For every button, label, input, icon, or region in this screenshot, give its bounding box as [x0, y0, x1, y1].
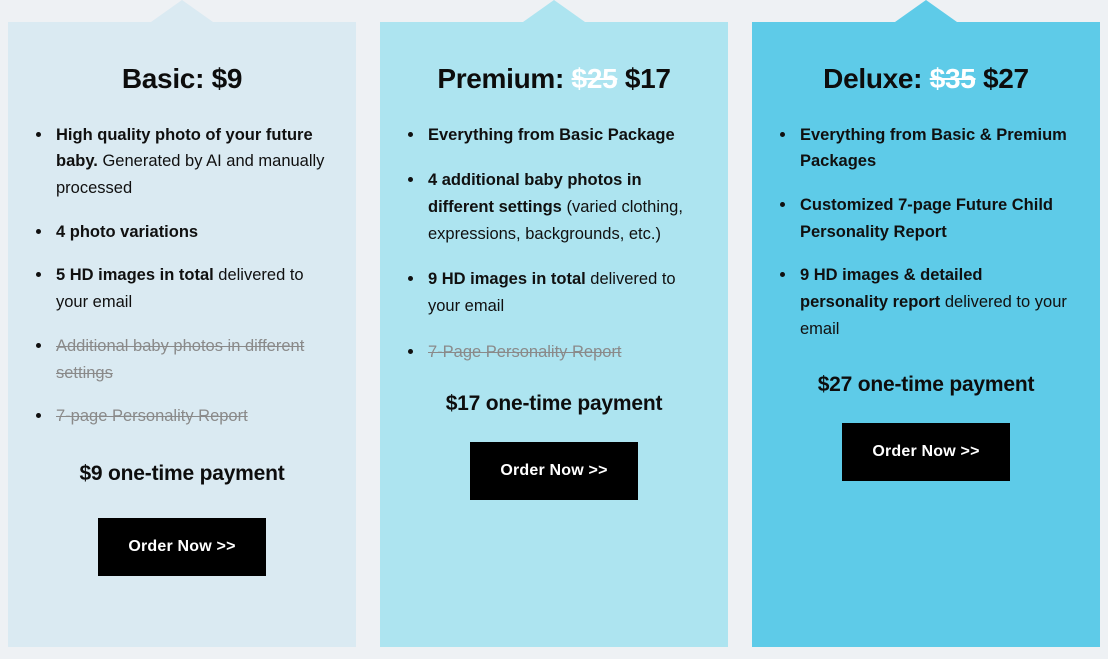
old-price: $35 — [929, 63, 976, 94]
feature-lead: Everything from Basic Package — [428, 125, 675, 144]
feature-list-premium: Everything from Basic Package 4 addition… — [406, 122, 702, 366]
feature-lead: Everything from Basic & Premium Packages — [800, 125, 1067, 171]
plan-card-basic: Basic: $9 High quality photo of your fut… — [8, 0, 356, 647]
order-now-button-basic[interactable]: Order Now >> — [98, 518, 266, 577]
plan-title-deluxe: Deluxe: $35 $27 — [778, 62, 1074, 96]
payment-line: $27 one-time payment — [817, 372, 1035, 396]
bullet-icon — [780, 202, 785, 208]
list-item: 9 HD images in total delivered to your e… — [406, 266, 702, 319]
feature-rest: Additional baby photos in different sett… — [56, 336, 305, 382]
card-notch-icon — [895, 0, 957, 22]
bullet-icon — [408, 131, 413, 137]
bullet-icon — [780, 272, 785, 278]
plan-title-basic: Basic: $9 — [34, 62, 330, 96]
plan-name: Premium: — [437, 63, 572, 94]
feature-list-basic: High quality photo of your future baby. … — [34, 122, 330, 430]
plan-price: $27 — [983, 63, 1029, 94]
feature-lead: 9 HD images in total — [428, 270, 586, 289]
plan-name: Deluxe: — [823, 63, 930, 94]
order-now-button-premium[interactable]: Order Now >> — [470, 441, 638, 500]
bullet-icon — [36, 228, 41, 234]
payment-line: $17 one-time payment — [445, 391, 663, 415]
bullet-icon — [36, 342, 41, 348]
bullet-icon — [36, 272, 41, 278]
plan-price: $17 — [624, 63, 671, 94]
feature-lead: Customized 7-page Future Child Personali… — [800, 196, 1054, 241]
bullet-icon — [36, 413, 41, 419]
feature-lead: 5 HD images in total — [56, 266, 214, 285]
order-now-button-deluxe[interactable]: Order Now >> — [842, 422, 1010, 481]
card-notch-icon — [523, 0, 585, 22]
list-item-unavailable: 7-page Personality Report — [34, 403, 330, 430]
old-price: $25 — [571, 63, 618, 94]
list-item: High quality photo of your future baby. … — [34, 122, 330, 202]
list-item: 4 additional baby photos in different se… — [406, 167, 702, 247]
plan-name: Basic: — [121, 63, 212, 94]
feature-rest: 7-page Personality Report — [56, 407, 248, 426]
bullet-icon — [408, 177, 413, 183]
plan-card-deluxe: Deluxe: $35 $27 Everything from Basic & … — [752, 0, 1100, 647]
feature-list-deluxe: Everything from Basic & Premium Packages… — [778, 122, 1074, 343]
list-item: 5 HD images in total delivered to your e… — [34, 262, 330, 315]
list-item: Everything from Basic Package — [406, 122, 702, 149]
bullet-icon — [36, 131, 41, 137]
list-item: Customized 7-page Future Child Personali… — [778, 192, 1074, 245]
list-item-unavailable: Additional baby photos in different sett… — [34, 333, 330, 386]
card-notch-icon — [151, 0, 213, 22]
plan-title-premium: Premium: $25 $17 — [406, 62, 702, 96]
feature-rest: 7-Page Personality Report — [428, 342, 622, 361]
list-item-unavailable: 7-Page Personality Report — [406, 339, 702, 366]
plan-card-premium: Premium: $25 $17 Everything from Basic P… — [380, 0, 728, 647]
bullet-icon — [408, 348, 413, 354]
list-item: 9 HD images & detailed personality repor… — [778, 262, 1074, 342]
bullet-icon — [780, 131, 785, 137]
plan-price: $9 — [211, 63, 243, 94]
bullet-icon — [408, 276, 413, 282]
feature-lead: 4 photo variations — [56, 222, 199, 241]
list-item: 4 photo variations — [34, 219, 330, 246]
payment-line: $9 one-time payment — [79, 462, 285, 486]
list-item: Everything from Basic & Premium Packages — [778, 122, 1074, 175]
pricing-table: Basic: $9 High quality photo of your fut… — [0, 0, 1108, 659]
